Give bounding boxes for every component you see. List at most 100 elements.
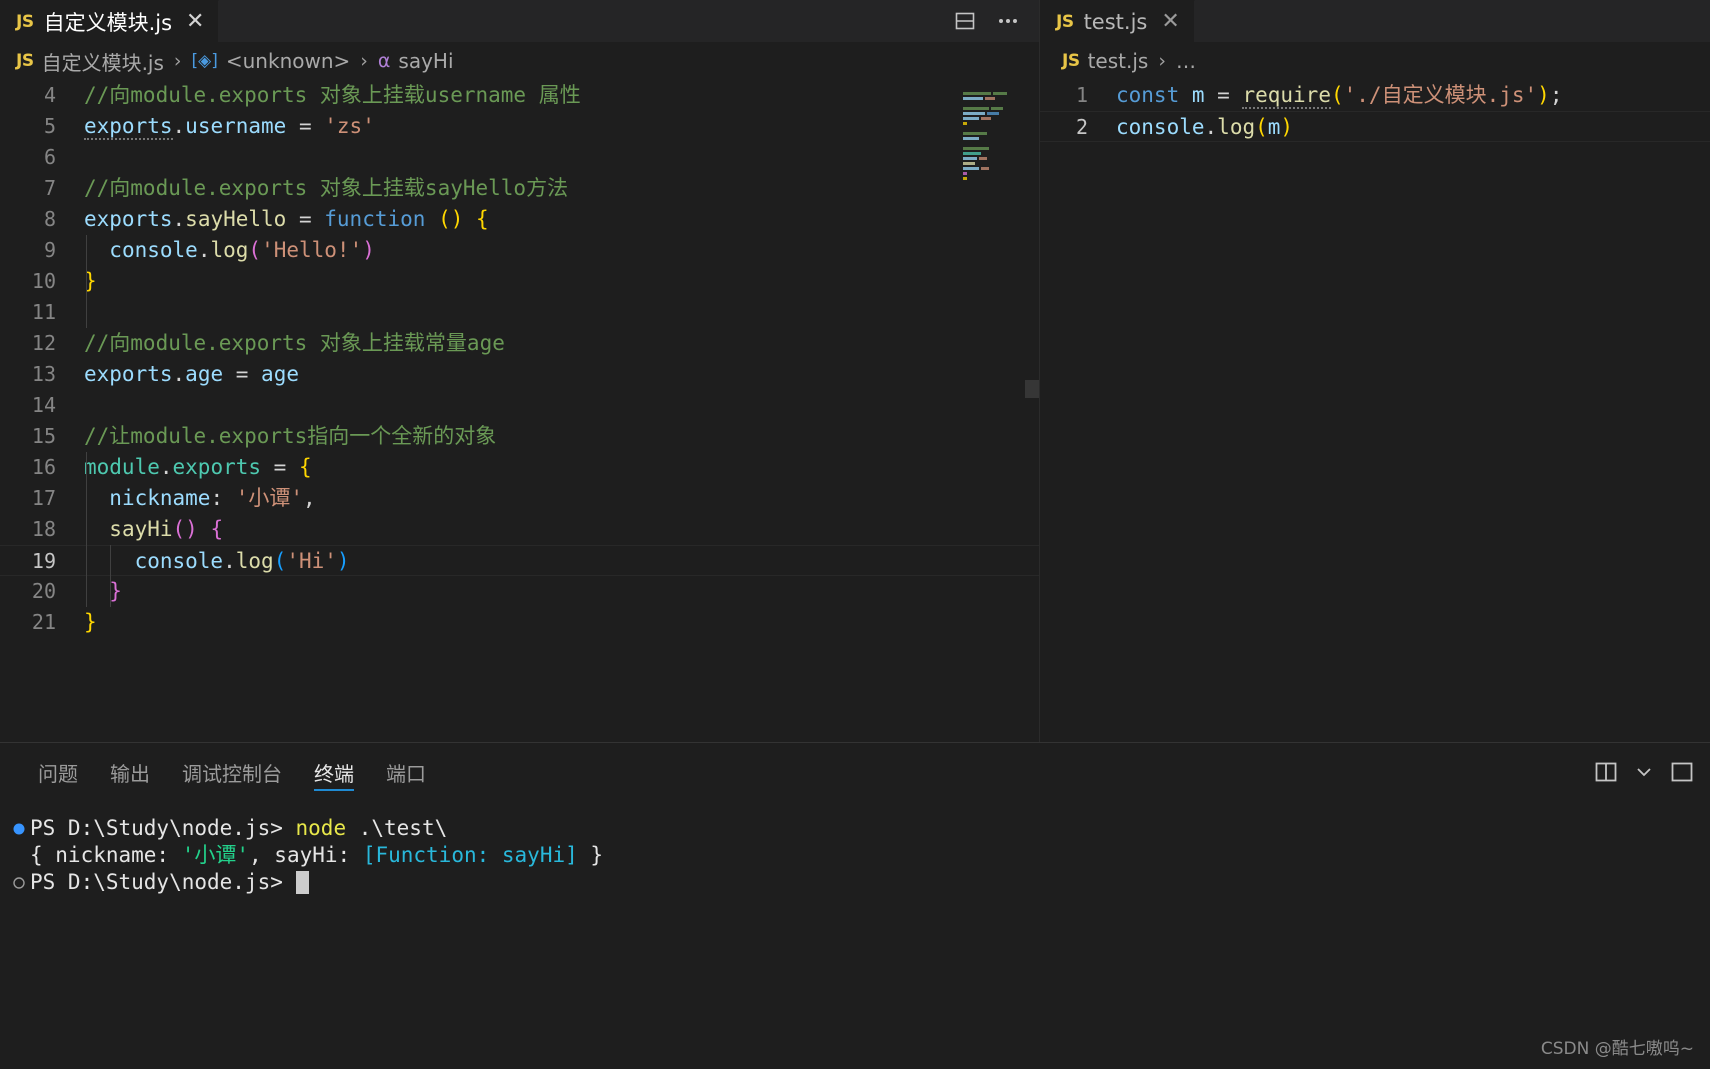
terminal-token: PS D:\Study\node.js> [30, 870, 296, 894]
chevron-right-icon: › [1158, 50, 1166, 72]
breadcrumb-left: JS 自定义模块.js › [◈] <unknown> › ⍺ sayHi [0, 42, 1039, 80]
code-line-text: //向module.exports 对象上挂载username 属性 [74, 80, 581, 111]
code-line-text: console.log('Hello!') [74, 235, 375, 266]
code-token: //让module.exports指向一个全新的对象 [84, 424, 497, 448]
breadcrumb-symbol-module[interactable]: [◈] <unknown> [192, 49, 351, 73]
minimap-token [991, 107, 1003, 110]
code-line[interactable]: 20 } [0, 576, 1039, 607]
code-token: log [1217, 115, 1256, 139]
code-line[interactable]: 5 exports.username = 'zs' [0, 111, 1039, 142]
code-line[interactable]: 13 exports.age = age [0, 359, 1039, 390]
line-number: 16 [31, 455, 56, 479]
code-line[interactable]: 19 console.log('Hi') [0, 545, 1039, 576]
line-number: 17 [31, 486, 56, 510]
code-line[interactable]: 8 exports.sayHello = function () { [0, 204, 1039, 235]
panel-tab-item[interactable]: 问题 [22, 743, 94, 801]
minimap-token [963, 132, 987, 135]
code-token: : [210, 486, 236, 510]
code-line-text: } [74, 607, 97, 638]
code-line[interactable]: 16 module.exports = { [0, 452, 1039, 483]
code-line-text: exports.age = age [74, 359, 299, 390]
tab-test-js[interactable]: JS test.js ✕ [1040, 0, 1195, 42]
minimap-token [963, 107, 989, 110]
code-line[interactable]: 7 //向module.exports 对象上挂载sayHello方法 [0, 173, 1039, 204]
code-token: } [109, 579, 122, 603]
minimap-token [963, 157, 977, 160]
line-number: 9 [43, 238, 56, 262]
minimap-token [963, 122, 967, 125]
code-token: ( [248, 238, 262, 262]
code-editor-right[interactable]: 1 const m = require('./自定义模块.js'); 2 consol… [1040, 80, 1710, 742]
code-line[interactable]: 4 //向module.exports 对象上挂载username 属性 [0, 80, 1039, 111]
indent-guide [86, 235, 87, 328]
code-line[interactable]: 11 [0, 297, 1039, 328]
code-line[interactable]: 9 console.log('Hello!') [0, 235, 1039, 266]
code-line[interactable]: 10} [0, 266, 1039, 297]
minimap-line [963, 120, 1025, 135]
split-terminal-icon[interactable] [1592, 759, 1620, 785]
code-line[interactable]: 14 [0, 390, 1039, 421]
scrollbar-left[interactable] [1025, 80, 1039, 742]
line-number: 15 [31, 424, 56, 448]
terminal-line: PS D:\Study\node.js> [0, 869, 1710, 896]
code-line[interactable]: 15 //让module.exports指向一个全新的对象 [0, 421, 1039, 452]
terminal-token: node [295, 816, 347, 840]
js-file-icon: JS [16, 51, 34, 71]
code-token: { [210, 517, 224, 541]
code-line-text: nickname: '小谭', [74, 483, 315, 514]
code-line[interactable]: 17 nickname: '小谭', [0, 483, 1039, 514]
code-token: exports [84, 362, 173, 386]
breadcrumb-file[interactable]: JS 自定义模块.js [16, 47, 164, 76]
new-terminal-icon[interactable] [1668, 759, 1696, 785]
chevron-down-icon[interactable] [1634, 762, 1654, 782]
code-token: exports [84, 114, 173, 140]
code-line[interactable]: 12 //向module.exports 对象上挂载常量age [0, 328, 1039, 359]
tab-custom-module-js[interactable]: JS 自定义模块.js ✕ [0, 0, 220, 42]
code-token: nickname [109, 486, 211, 510]
close-icon[interactable]: ✕ [186, 10, 204, 33]
breadcrumb-right: JS test.js › … [1040, 42, 1710, 80]
split-editor-down-icon[interactable] [953, 9, 977, 33]
code-editor-left[interactable]: 4 //向module.exports 对象上挂载username 属性 5 expo… [0, 80, 1039, 742]
panel-actions [1592, 743, 1700, 801]
breadcrumb-symbol-module-label: <unknown> [225, 49, 351, 73]
close-icon[interactable]: ✕ [1161, 10, 1179, 33]
code-token: . [172, 362, 186, 386]
line-number: 8 [43, 207, 56, 231]
line-number: 13 [31, 362, 56, 386]
code-line[interactable]: 6 [0, 142, 1039, 173]
indent-guide [110, 545, 111, 607]
breadcrumb-ellipsis[interactable]: … [1176, 49, 1196, 73]
terminal-cursor [295, 871, 309, 894]
code-line[interactable]: 21} [0, 607, 1039, 638]
minimap-token [963, 172, 967, 175]
command-status-icon [8, 876, 30, 890]
code-token: { [298, 455, 312, 479]
code-line[interactable]: 1 const m = require('./自定义模块.js'); [1040, 80, 1710, 111]
terminal-line: PS D:\Study\node.js> node .\test\ [0, 815, 1710, 842]
terminal-token: [Function: sayHi] [362, 843, 578, 867]
minimap-left[interactable] [963, 80, 1025, 742]
tabbar-right: JS test.js ✕ [1040, 0, 1710, 42]
js-file-icon: JS [1062, 51, 1080, 71]
code-token: age [185, 362, 224, 386]
code-line-text: //让module.exports指向一个全新的对象 [74, 421, 496, 452]
scrollbar-thumb[interactable] [1025, 380, 1039, 398]
more-actions-icon[interactable] [995, 9, 1021, 33]
code-token: m [1191, 83, 1205, 107]
code-token: ) [362, 238, 375, 262]
line-number: 2 [1075, 115, 1088, 139]
panel-tab-item[interactable]: 输出 [94, 743, 166, 801]
breadcrumb-symbol-method[interactable]: ⍺ sayHi [378, 49, 454, 73]
code-token: //向module.exports 对象上挂载常量age [84, 331, 505, 355]
breadcrumb-file[interactable]: JS test.js [1062, 49, 1148, 73]
panel-tab-item[interactable]: 调试控制台 [166, 743, 298, 801]
terminal-output[interactable]: PS D:\Study\node.js> node .\test\{ nickn… [0, 801, 1710, 896]
panel-tab-terminal[interactable]: 终端 [298, 743, 370, 801]
panel-tab-item[interactable]: 端口 [370, 743, 442, 801]
code-line[interactable]: 18 sayHi() { [0, 514, 1039, 545]
code-line[interactable]: 2 console.log(m) [1040, 111, 1710, 142]
terminal-token: PS D:\Study\node.js> [30, 816, 296, 840]
minimap-token [993, 92, 1007, 95]
code-line-text: const m = require('./自定义模块.js'); [1106, 80, 1562, 111]
